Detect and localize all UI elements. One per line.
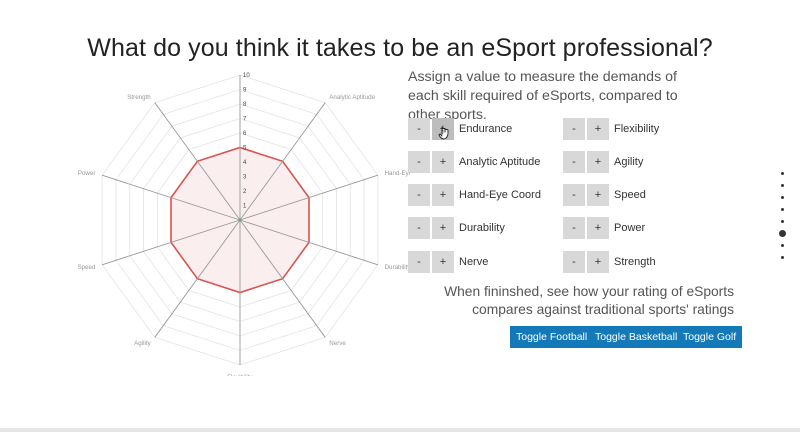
- skill-label-power: Power: [614, 222, 646, 234]
- radar-axis-label: Nerve: [329, 340, 346, 347]
- durability-increase-button[interactable]: +: [432, 217, 454, 239]
- pagination-dot[interactable]: [779, 230, 786, 237]
- skill-row-agility: - + Agility: [563, 151, 643, 173]
- analytic-aptitude-increase-button[interactable]: +: [432, 151, 454, 173]
- nerve-decrease-button[interactable]: -: [408, 251, 430, 273]
- radar-axis-label: Agility: [134, 340, 151, 347]
- pagination-dot[interactable]: [781, 244, 784, 247]
- pagination-dot[interactable]: [781, 220, 784, 223]
- bottom-border: [0, 428, 800, 432]
- skill-row-nerve: - + Nerve: [408, 251, 488, 273]
- pagination-dot[interactable]: [781, 256, 784, 259]
- skill-label-hand-eye-coord: Hand-Eye Coord: [459, 189, 541, 201]
- skill-label-endurance: Endurance: [459, 123, 513, 135]
- speed-decrease-button[interactable]: -: [563, 184, 585, 206]
- speed-increase-button[interactable]: +: [587, 184, 609, 206]
- skill-row-durability: - + Durability: [408, 217, 505, 239]
- pagination-dot[interactable]: [781, 172, 784, 175]
- skill-row-analytic-aptitude: - + Analytic Aptitude: [408, 151, 540, 173]
- skill-label-nerve: Nerve: [459, 256, 489, 268]
- radar-axis-label: Hand-Eye Coord: [385, 170, 410, 177]
- instructions-text: Assign a value to measure the demands of…: [408, 69, 678, 123]
- radar-center-point: [238, 218, 242, 222]
- radar-axis-label: Power: [78, 170, 96, 177]
- radar-axis-label: Strength: [127, 94, 151, 101]
- agility-increase-button[interactable]: +: [587, 151, 609, 173]
- comparison-text: When fininshed, see how your rating of e…: [444, 284, 734, 317]
- skill-row-flexibility: - + Flexibility: [563, 118, 659, 140]
- skill-label-strength: Strength: [614, 256, 656, 268]
- radar-axis-label: Analytic Aptitude: [329, 94, 375, 101]
- analytic-aptitude-decrease-button[interactable]: -: [408, 151, 430, 173]
- hand-cursor-icon: [438, 126, 449, 140]
- pagination-dot[interactable]: [781, 208, 784, 211]
- durability-decrease-button[interactable]: -: [408, 217, 430, 239]
- strength-decrease-button[interactable]: -: [563, 251, 585, 273]
- toggle-golf-button[interactable]: Toggle Golf: [677, 326, 743, 348]
- page-title: What do you think it takes to be an eSpo…: [87, 34, 713, 62]
- nerve-increase-button[interactable]: +: [432, 251, 454, 273]
- radar-axis-label: Durability: [385, 264, 410, 271]
- skill-label-analytic-aptitude: Analytic Aptitude: [459, 156, 541, 168]
- skill-row-hand-eye-coord: - + Hand-Eye Coord: [408, 184, 541, 206]
- pagination-dot[interactable]: [781, 196, 784, 199]
- skill-row-speed: - + Speed: [563, 184, 646, 206]
- strength-increase-button[interactable]: +: [587, 251, 609, 273]
- skill-label-agility: Agility: [614, 156, 644, 168]
- radar-tick-label: 8: [243, 102, 247, 108]
- radar-tick-label: 7: [243, 117, 247, 123]
- skill-label-speed: Speed: [614, 189, 646, 201]
- pagination-dot[interactable]: [781, 184, 784, 187]
- hand-eye-coord-increase-button[interactable]: +: [432, 184, 454, 206]
- power-increase-button[interactable]: +: [587, 217, 609, 239]
- skill-label-durability: Durability: [459, 222, 505, 234]
- radar-tick-label: 9: [243, 88, 247, 94]
- hand-eye-coord-decrease-button[interactable]: -: [408, 184, 430, 206]
- flexibility-increase-button[interactable]: +: [587, 118, 609, 140]
- toggle-basketball-button[interactable]: Toggle Basketball: [589, 326, 684, 348]
- flexibility-decrease-button[interactable]: -: [563, 118, 585, 140]
- endurance-decrease-button[interactable]: -: [408, 118, 430, 140]
- power-decrease-button[interactable]: -: [563, 217, 585, 239]
- radar-axis-label: Flexibility: [227, 374, 253, 376]
- skills-radar-chart: 12345678910EnduranceAnalytic AptitudeHan…: [77, 66, 410, 376]
- radar-axis-label: Speed: [77, 264, 95, 271]
- skill-row-power: - + Power: [563, 217, 645, 239]
- skill-row-endurance: - + Endurance: [408, 118, 512, 140]
- radar-axis-label: Endurance: [225, 66, 255, 68]
- toggle-football-button[interactable]: Toggle Football: [510, 326, 594, 348]
- skill-row-strength: - + Strength: [563, 251, 656, 273]
- agility-decrease-button[interactable]: -: [563, 151, 585, 173]
- radar-tick-label: 10: [243, 73, 250, 79]
- skill-label-flexibility: Flexibility: [614, 123, 660, 135]
- radar-tick-label: 6: [243, 131, 247, 137]
